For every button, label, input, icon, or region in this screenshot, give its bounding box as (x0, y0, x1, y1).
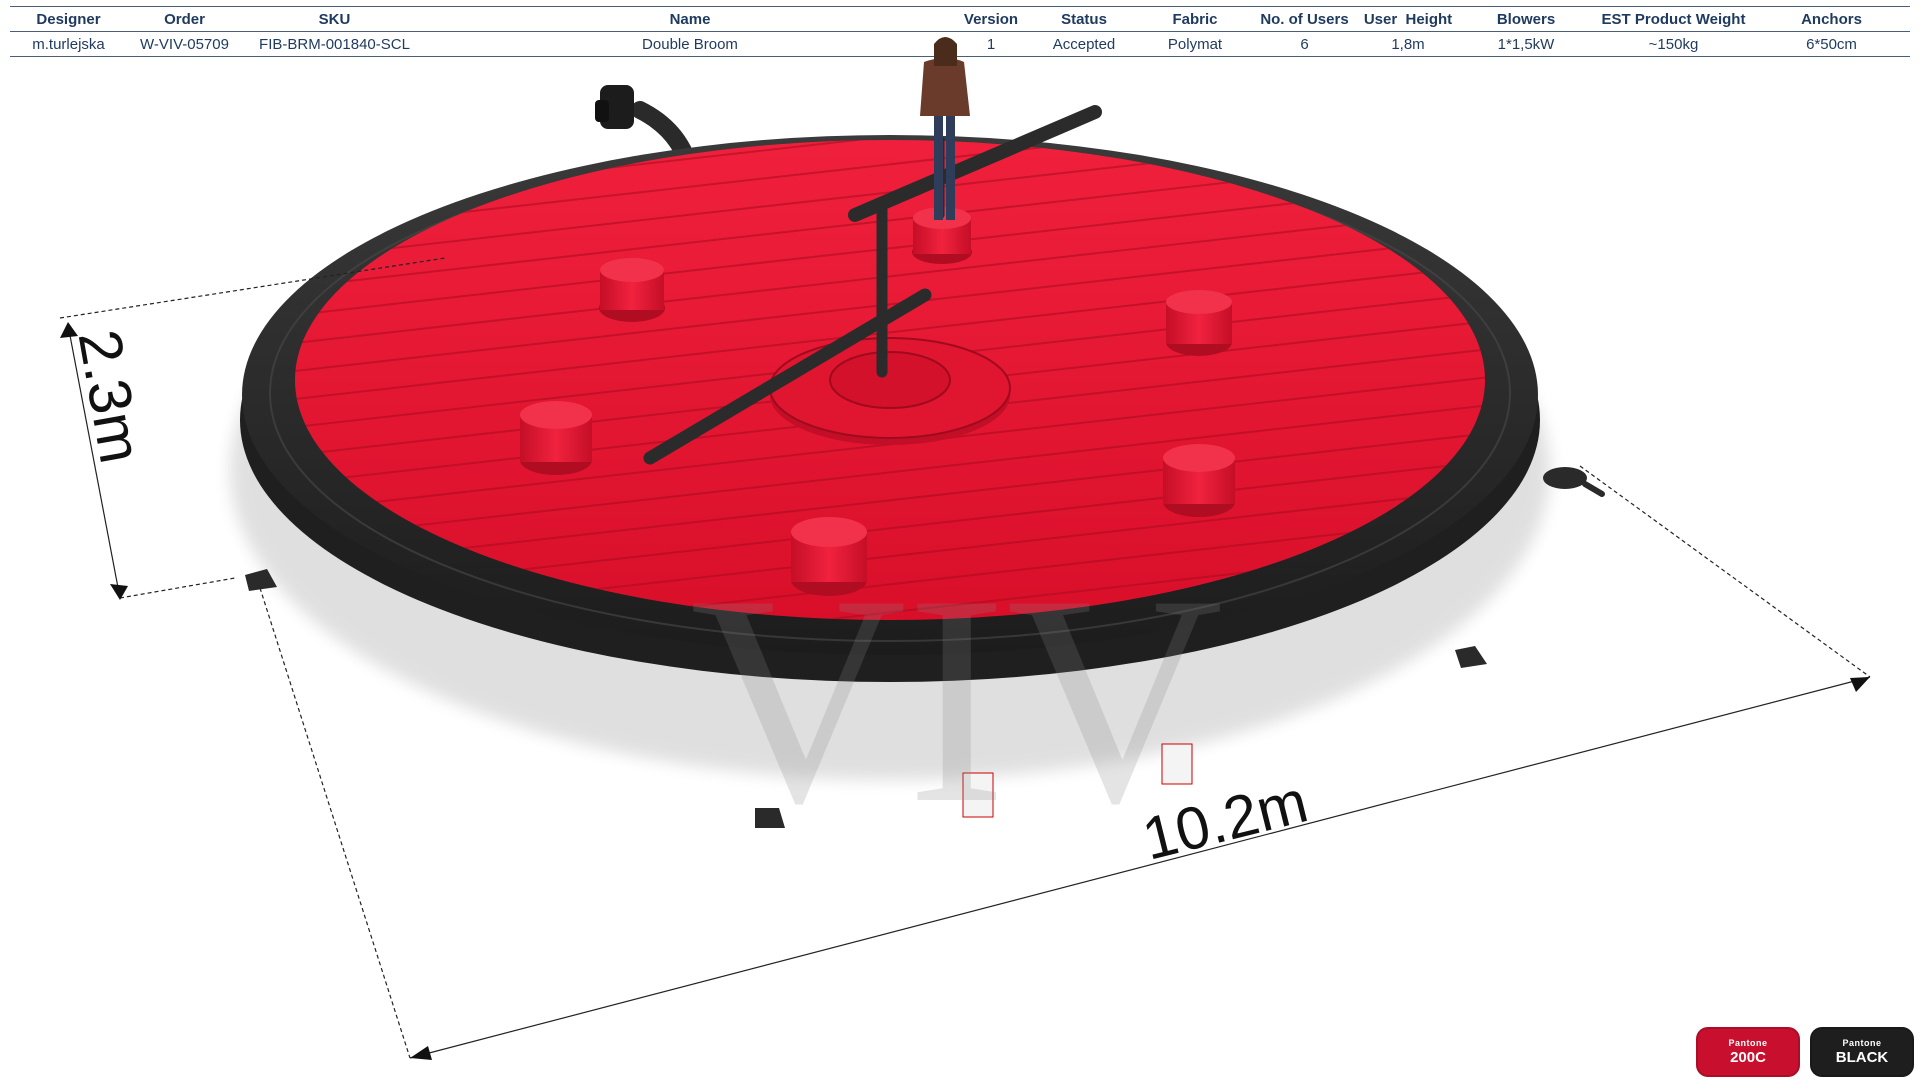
center-platform (769, 337, 1011, 445)
swatch-black-line1: Pantone (1842, 1038, 1882, 1048)
pod (1163, 444, 1235, 517)
pod (520, 401, 592, 475)
pantone-200c-swatch: Pantone 200C (1696, 1027, 1800, 1077)
valve (1543, 467, 1605, 497)
pantone-black-swatch: Pantone BLACK (1810, 1027, 1914, 1077)
swatch-red-line2: 200C (1730, 1049, 1766, 1066)
swatch-red-line1: Pantone (1728, 1038, 1768, 1048)
pod (599, 258, 665, 322)
swatch-black-line2: BLACK (1835, 1049, 1889, 1066)
product-render: VIV 2.3m 10.2m (59, 37, 1871, 1060)
pod (1166, 290, 1232, 356)
height-dimension-label: 2.3m (66, 325, 155, 468)
